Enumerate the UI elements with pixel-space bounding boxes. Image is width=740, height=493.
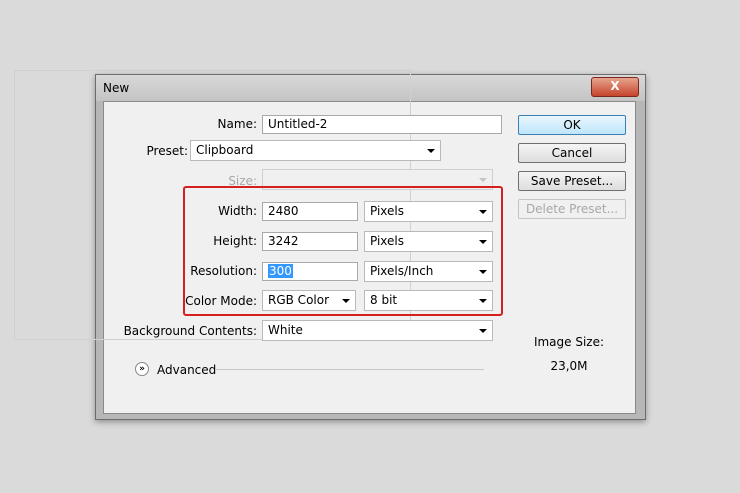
advanced-label[interactable]: Advanced xyxy=(157,363,216,377)
image-size-label: Image Size: xyxy=(533,335,605,349)
chevron-down-icon xyxy=(479,178,487,182)
highlight-box xyxy=(183,186,503,316)
advanced-divider xyxy=(216,369,484,370)
chevron-double-down-icon[interactable]: » xyxy=(135,362,149,376)
close-icon: X xyxy=(610,79,620,93)
close-button[interactable]: X xyxy=(591,77,639,97)
background-contents-select[interactable]: White xyxy=(262,320,493,341)
save-preset-button[interactable]: Save Preset... xyxy=(518,171,626,191)
chevron-down-icon xyxy=(427,149,435,153)
chevron-down-icon xyxy=(479,329,487,333)
preset-select[interactable]: Clipboard xyxy=(190,140,441,161)
preset-label: Preset: xyxy=(138,144,191,158)
preset-value: Clipboard xyxy=(196,143,254,157)
delete-preset-button: Delete Preset... xyxy=(518,199,626,219)
name-label: Name: xyxy=(217,117,257,131)
ok-button[interactable]: OK xyxy=(518,115,626,135)
cancel-button[interactable]: Cancel xyxy=(518,143,626,163)
background-contents-value: White xyxy=(268,323,303,337)
name-input[interactable]: Untitled-2 xyxy=(262,115,502,134)
background-contents-label: Background Contents: xyxy=(123,324,257,338)
image-size-value: 23,0M xyxy=(550,359,588,373)
